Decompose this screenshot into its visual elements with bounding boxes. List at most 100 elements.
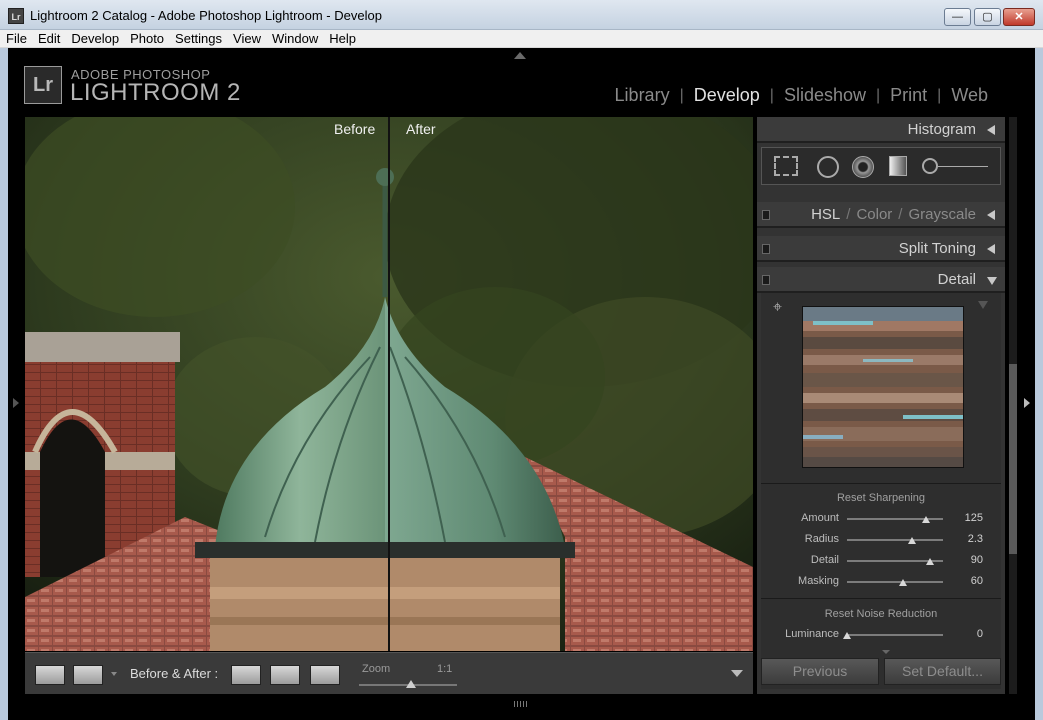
split-toning-panel-header[interactable]: Split Toning	[757, 236, 1005, 262]
left-panel-toggle-icon[interactable]	[13, 398, 19, 408]
slider-thumb[interactable]	[908, 537, 917, 544]
slider-label: Luminance	[785, 628, 839, 640]
slider-value[interactable]: 0	[977, 628, 983, 640]
menu-photo[interactable]: Photo	[124, 30, 169, 47]
copy-after-to-before-button[interactable]	[270, 665, 300, 685]
expand-triangle-icon	[987, 277, 997, 285]
graduated-filter-tool-icon[interactable]	[889, 156, 907, 176]
slider-detail[interactable]: Detail 90	[761, 552, 1001, 570]
tab-color[interactable]: Color	[856, 206, 892, 223]
tab-separator: /	[898, 206, 903, 223]
zoom-value: 1:1	[437, 663, 453, 675]
module-library[interactable]: Library	[605, 85, 680, 106]
slider-amount[interactable]: Amount 125	[761, 510, 1001, 528]
zoom-label: Zoom	[362, 663, 391, 675]
minimize-button[interactable]: —	[944, 8, 971, 26]
filmstrip-toggle-icon[interactable]	[514, 701, 528, 707]
module-web[interactable]: Web	[941, 85, 998, 106]
slider-value[interactable]: 2.3	[968, 533, 983, 545]
tab-separator: /	[846, 206, 851, 223]
develop-toolbar: Before & After : Zoom 1:1	[25, 652, 753, 694]
preview-warning-triangle-icon[interactable]	[978, 301, 988, 309]
before-after-view-button[interactable]	[73, 665, 103, 685]
tab-hsl[interactable]: HSL	[811, 206, 840, 223]
menu-settings[interactable]: Settings	[169, 30, 227, 47]
slider-value[interactable]: 60	[971, 575, 983, 587]
panel-switch-icon[interactable]	[762, 275, 770, 285]
collapse-triangle-icon	[987, 125, 995, 135]
after-label: After	[406, 121, 436, 137]
toolbar-content-menu-icon[interactable]	[731, 670, 743, 677]
spot-removal-tool-icon[interactable]	[817, 156, 839, 178]
slider-thumb[interactable]	[843, 632, 851, 639]
menu-window[interactable]: Window	[266, 30, 323, 47]
tab-grayscale[interactable]: Grayscale	[908, 206, 976, 223]
previous-button[interactable]: Previous	[761, 658, 879, 685]
tool-strip	[761, 147, 1001, 185]
panel-switch-icon[interactable]	[762, 244, 770, 254]
detail-zoom-preview[interactable]	[802, 306, 964, 468]
logo-line2: LIGHTROOM 2	[70, 79, 241, 106]
target-adjust-icon[interactable]: ⌖	[773, 300, 789, 316]
detail-preview-image	[803, 307, 963, 467]
slider-value[interactable]: 125	[965, 512, 983, 524]
module-develop[interactable]: Develop	[684, 85, 770, 106]
crop-tool-icon[interactable]	[774, 156, 798, 176]
maximize-button[interactable]: ▢	[974, 8, 1001, 26]
slider-luminance[interactable]: Luminance 0	[761, 626, 1001, 644]
section-divider	[761, 598, 1001, 599]
detail-title: Detail	[937, 271, 976, 288]
before-after-photo[interactable]	[25, 117, 753, 651]
slider-track[interactable]	[847, 539, 943, 541]
slider-radius[interactable]: Radius 2.3	[761, 531, 1001, 549]
loupe-view-button[interactable]	[35, 665, 65, 685]
slider-track[interactable]	[847, 581, 943, 583]
swap-before-after-button[interactable]	[310, 665, 340, 685]
histogram-panel-header[interactable]: Histogram	[757, 117, 1005, 143]
slider-masking[interactable]: Masking 60	[761, 573, 1001, 591]
red-eye-tool-icon[interactable]	[852, 156, 874, 178]
module-slideshow[interactable]: Slideshow	[774, 85, 876, 106]
set-default-button[interactable]: Set Default...	[884, 658, 1001, 685]
panel-end-marker-icon	[882, 650, 890, 654]
slider-label: Radius	[804, 533, 839, 545]
menu-bar: File Edit Develop Photo Settings View Wi…	[0, 30, 1043, 48]
menu-help[interactable]: Help	[323, 30, 361, 47]
view-mode-dropdown-icon[interactable]	[111, 672, 117, 676]
detail-panel-header[interactable]: Detail	[757, 267, 1005, 293]
slider-thumb[interactable]	[921, 516, 930, 523]
slider-value[interactable]: 90	[971, 554, 983, 566]
slider-label: Detail	[810, 554, 839, 566]
split-toning-title: Split Toning	[898, 240, 976, 257]
close-button[interactable]: ✕	[1003, 8, 1035, 26]
brush-circle-icon	[922, 158, 938, 174]
photo-image	[25, 117, 753, 651]
zoom-slider-thumb[interactable]	[406, 680, 416, 688]
module-print[interactable]: Print	[880, 85, 937, 106]
before-label: Before	[334, 121, 376, 137]
slider-thumb[interactable]	[925, 558, 934, 565]
collapse-triangle-icon	[987, 244, 995, 254]
menu-develop[interactable]: Develop	[65, 30, 124, 47]
reset-sharpening-label[interactable]: Reset Sharpening	[761, 492, 1001, 504]
detail-panel-body: ⌖ Reset Sharpening Amount 125 Radius 2.3…	[761, 293, 1001, 689]
panel-switch-icon[interactable]	[762, 210, 770, 220]
right-panel-toggle-icon[interactable]	[1024, 398, 1030, 408]
adjustment-brush-tool-icon[interactable]	[922, 156, 988, 176]
copy-before-to-after-button[interactable]	[231, 665, 261, 685]
window-title: Lightroom 2 Catalog - Adobe Photoshop Li…	[30, 8, 382, 23]
menu-view[interactable]: View	[227, 30, 266, 47]
slider-track[interactable]	[847, 634, 943, 636]
before-after-label: Before & After :	[130, 666, 219, 681]
slider-thumb[interactable]	[898, 579, 907, 586]
top-panel-toggle-icon[interactable]	[514, 52, 526, 59]
hsl-panel-header[interactable]: HSL / Color / Grayscale	[757, 202, 1005, 228]
lightroom-app-icon: Lr	[8, 8, 24, 24]
slider-label: Amount	[801, 512, 839, 524]
section-divider	[761, 483, 1001, 484]
reset-noise-reduction-label[interactable]: Reset Noise Reduction	[761, 608, 1001, 620]
menu-edit[interactable]: Edit	[32, 30, 65, 47]
collapse-triangle-icon	[987, 210, 995, 220]
panel-scrollbar-thumb[interactable]	[1009, 364, 1017, 554]
menu-file[interactable]: File	[0, 30, 32, 47]
